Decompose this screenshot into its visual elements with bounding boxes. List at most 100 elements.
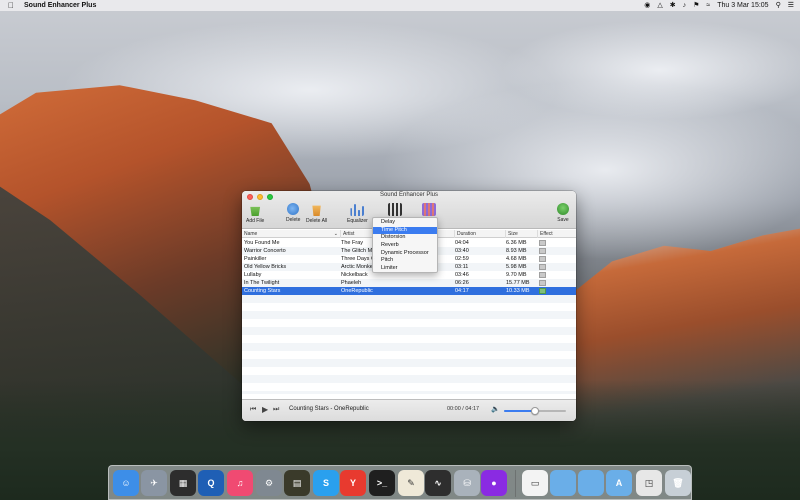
- finder-icon[interactable]: ☺: [113, 470, 139, 496]
- track-name: Warrior Concerto: [244, 248, 286, 254]
- track-artist: OneRepublic: [341, 288, 373, 294]
- effect-indicator-icon[interactable]: [539, 272, 546, 278]
- column-duration-header[interactable]: Duration: [454, 230, 505, 238]
- track-duration: 02:59: [455, 256, 469, 262]
- table-row[interactable]: In The Twilight Phaeleh 06:26 15.77 MB: [242, 279, 576, 287]
- track-name: Lullaby: [244, 272, 262, 278]
- menu-item[interactable]: Reverb: [373, 242, 437, 250]
- delete-all-button[interactable]: Delete All: [306, 203, 327, 224]
- effect-indicator-icon[interactable]: [539, 288, 546, 294]
- notification-center-icon[interactable]: ☰: [788, 0, 794, 11]
- add-file-button[interactable]: Add File: [246, 203, 264, 224]
- save-button[interactable]: Save: [557, 203, 569, 223]
- menu-extras: ◉ △ ✱ ♪ ⚑ ≈ Thu 3 Mar 15:05 ⚲ ☰: [644, 0, 794, 11]
- volume-slider-knob[interactable]: [531, 407, 539, 415]
- dashboard-icon[interactable]: ▦: [170, 470, 196, 496]
- table-row[interactable]: Counting Stars OneRepublic 04:17 10.33 MB: [242, 287, 576, 295]
- volume-icon[interactable]: ♪: [683, 0, 687, 11]
- wifi-icon[interactable]: ≈: [706, 0, 710, 11]
- delete-icon: [287, 203, 300, 215]
- menu-item[interactable]: Pitch: [373, 257, 437, 265]
- volume-slider[interactable]: [504, 407, 566, 415]
- yandex-icon[interactable]: Y: [340, 470, 366, 496]
- app-icon[interactable]: ●: [481, 470, 507, 496]
- terminal-icon[interactable]: >_: [369, 470, 395, 496]
- play-icon[interactable]: ▶: [262, 405, 268, 414]
- system-preferences-icon[interactable]: ⚙: [256, 470, 282, 496]
- analyzer-icon: [422, 203, 436, 216]
- dock-separator: [515, 470, 516, 497]
- quicktime-icon[interactable]: Q: [198, 470, 224, 496]
- track-size: 9.70 MB: [506, 272, 527, 278]
- window-title: Sound Enhancer Plus: [379, 192, 439, 198]
- effects-button[interactable]: [388, 203, 402, 218]
- effects-icon: [388, 203, 402, 216]
- menubar-clock[interactable]: Thu 3 Mar 15:05: [717, 0, 768, 11]
- track-name: You Found Me: [244, 240, 280, 246]
- analyzer-button[interactable]: [422, 203, 436, 218]
- menu-item[interactable]: Dynamic Processor: [373, 250, 437, 258]
- bluetooth-icon[interactable]: ✱: [670, 0, 676, 11]
- flag-icon[interactable]: ⚑: [693, 0, 699, 11]
- folder-icon[interactable]: [578, 470, 604, 496]
- folder-icon[interactable]: [550, 470, 576, 496]
- column-name-header[interactable]: Name ⌄: [242, 230, 340, 238]
- effects-dropdown-menu: Delay Time Pitch Distorsion Reverb Dynamic P…: [372, 217, 438, 273]
- trash-icon[interactable]: 🗑: [665, 470, 691, 496]
- itunes-icon[interactable]: ♫: [227, 470, 253, 496]
- console-icon[interactable]: ▤: [284, 470, 310, 496]
- menu-item[interactable]: Distorsion: [373, 234, 437, 242]
- effect-indicator-icon[interactable]: [539, 240, 546, 246]
- previous-icon[interactable]: ⏮: [250, 406, 256, 414]
- document-icon[interactable]: ▭: [522, 470, 548, 496]
- applications-folder-icon[interactable]: A: [606, 470, 632, 496]
- activity-monitor-icon[interactable]: ∿: [425, 470, 451, 496]
- effect-indicator-icon[interactable]: [539, 248, 546, 254]
- disk-utility-icon[interactable]: ⛁: [454, 470, 480, 496]
- save-icon: [557, 203, 569, 215]
- column-size-header[interactable]: Size: [505, 230, 537, 238]
- track-size: 6.36 MB: [506, 240, 527, 246]
- dock: ☺ ✈ ▦ Q ♫ ⚙ ▤ S Y >_ ✎ ∿ ⛁ ● ▭ A ◳ 🗑: [108, 465, 692, 500]
- time-display: 00:00 / 04:17: [447, 406, 480, 412]
- effect-indicator-icon[interactable]: [539, 256, 546, 262]
- track-size: 5.98 MB: [506, 264, 527, 270]
- status-icon[interactable]: ◉: [644, 0, 650, 11]
- equalizer-icon: [350, 204, 365, 216]
- track-artist: Phaeleh: [341, 280, 362, 286]
- track-duration: 03:40: [455, 248, 469, 254]
- track-duration: 06:26: [455, 280, 469, 286]
- track-name: Old Yellow Bricks: [244, 264, 287, 270]
- menu-item[interactable]: Delay: [373, 219, 437, 227]
- track-duration: 03:46: [455, 272, 469, 278]
- menu-item[interactable]: Limiter: [373, 265, 437, 273]
- track-size: 4.68 MB: [506, 256, 527, 262]
- track-duration: 04:17: [455, 288, 469, 294]
- preview-icon[interactable]: ◳: [636, 470, 662, 496]
- delete-button[interactable]: Delete: [286, 203, 300, 223]
- track-size: 8.93 MB: [506, 248, 527, 254]
- app-menu-name[interactable]: Sound Enhancer Plus: [24, 0, 96, 11]
- search-icon[interactable]: ⚲: [776, 0, 781, 11]
- launchpad-icon[interactable]: ✈: [141, 470, 167, 496]
- effect-indicator-icon[interactable]: [539, 264, 546, 270]
- now-playing-label: Counting Stars - OneRepublic: [289, 406, 369, 412]
- player-bar: ⏮ ▶ ⏭ Counting Stars - OneRepublic 00:00…: [242, 399, 576, 421]
- apple-menu-icon[interactable]: : [6, 0, 16, 11]
- track-name: Painkiller: [244, 256, 267, 262]
- next-icon[interactable]: ⏭: [273, 406, 279, 414]
- delete-all-icon: [312, 205, 321, 216]
- column-effect-header[interactable]: Effect: [537, 230, 576, 238]
- skype-icon[interactable]: S: [313, 470, 339, 496]
- menu-bar:  Sound Enhancer Plus ◉ △ ✱ ♪ ⚑ ≈ Thu 3 …: [0, 0, 800, 11]
- track-name: Counting Stars: [244, 288, 281, 294]
- textedit-icon[interactable]: ✎: [398, 470, 424, 496]
- sort-chevron-icon: ⌄: [333, 231, 338, 237]
- track-size: 15.77 MB: [506, 280, 530, 286]
- speaker-icon[interactable]: 🔈: [491, 405, 500, 413]
- equalizer-button[interactable]: Equalizer: [347, 203, 368, 224]
- menu-item[interactable]: Time Pitch: [373, 226, 437, 235]
- effect-indicator-icon[interactable]: [539, 280, 546, 286]
- airplay-icon[interactable]: △: [657, 0, 662, 11]
- track-name: In The Twilight: [244, 280, 280, 286]
